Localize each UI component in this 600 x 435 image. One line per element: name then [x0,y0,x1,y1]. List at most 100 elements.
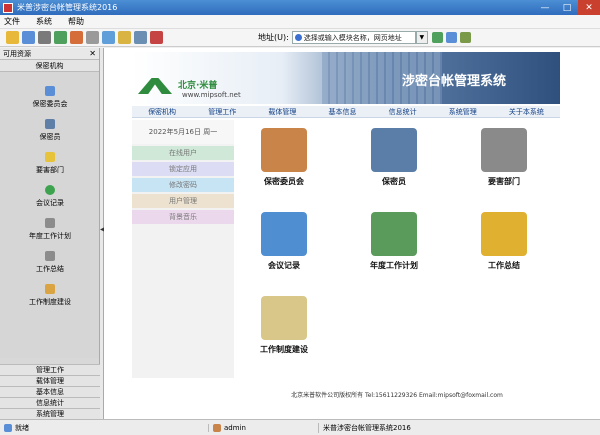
user-icon [213,423,221,432]
maximize-button[interactable]: □ [556,0,578,15]
module-summary[interactable]: 工作总结 [454,212,554,271]
nav-item-meeting[interactable]: 会议记录 [0,185,100,208]
home-icon[interactable] [70,31,83,44]
section-management[interactable]: 管理工作 [0,364,100,375]
change-password-button[interactable]: 修改密码 [132,178,234,192]
nav-baomi[interactable]: 保密机构 [148,107,176,117]
status-app: 米普涉密台帐管理系统2016 [318,422,508,433]
user-icon[interactable] [134,31,147,44]
lock-icon[interactable] [118,31,131,44]
users-icon[interactable] [102,31,115,44]
online-users-button[interactable]: 在线用户 [132,146,234,160]
brand-name: 北京·米普 [178,81,218,91]
bottom-sections: 管理工作 载体管理 基本信息 信息统计 系统管理 [0,364,100,419]
nav-basic[interactable]: 基本信息 [328,107,356,117]
module-label: 保密委员会 [264,177,304,186]
nav-item-label: 保密员 [39,133,61,141]
window-title: 米普涉密台帐管理系统2016 [17,3,118,12]
module-label: 要害部门 [488,177,520,186]
module-label: 保密员 [382,177,406,186]
section-system[interactable]: 系统管理 [0,408,100,419]
address-label: 地址(U): [258,33,289,42]
nav-item-committee[interactable]: 保密委员会 [0,86,100,109]
list-icon[interactable] [22,31,35,44]
title-bar: 米普涉密台帐管理系统2016 — □ ✕ [0,0,600,15]
menu-bar: 文件 系统 帮助 [0,15,600,29]
nav-item-summary[interactable]: 工作总结 [0,251,100,274]
main-content: 北京·米普 www.mipsoft.net 涉密台帐管理系统 保密机构 管理工作… [104,48,600,419]
nav-item-department[interactable]: 要害部门 [0,152,100,175]
house-icon [261,128,307,172]
address-input[interactable]: 选择或输入模块名称，网页地址 [291,31,416,44]
nav-stats[interactable]: 信息统计 [389,107,417,117]
module-department[interactable]: 要害部门 [454,128,554,187]
status-icon [4,423,12,432]
committee-icon [45,86,55,96]
nav-management[interactable]: 管理工作 [208,107,236,117]
top-nav: 保密机构 管理工作 载体管理 基本信息 信息统计 系统管理 关于本系统 [132,106,560,118]
nav-item-label: 工作总结 [36,265,64,273]
address-dropdown[interactable]: ▼ [415,31,428,44]
close-button[interactable]: ✕ [578,0,600,15]
module-officer[interactable]: 保密员 [344,128,444,187]
panel-close-icon[interactable]: ✕ [89,49,96,58]
section-baomi[interactable]: 保密机构 [0,60,99,72]
module-label: 年度工作计划 [370,261,418,270]
document-icon [45,218,55,228]
nav-items: 保密委员会 保密员 要害部门 会议记录 年度工作计划 工作总结 工作制度建设 [0,72,99,358]
status-user: admin [208,423,318,432]
nav-item-label: 工作制度建设 [29,298,71,306]
nav-about[interactable]: 关于本系统 [509,107,544,117]
people-icon [371,128,417,172]
exit-icon[interactable] [150,31,163,44]
section-carrier[interactable]: 载体管理 [0,375,100,386]
status-user-text: admin [224,423,246,432]
section-basic[interactable]: 基本信息 [0,386,100,397]
calendar-icon [371,212,417,256]
module-rules[interactable]: 工作制度建设 [234,296,334,355]
nav-item-label: 会议记录 [36,199,64,207]
nav-system[interactable]: 系统管理 [449,107,477,117]
copyright-footer: 北京米普软件公司版权所有 Tel:15611229326 Email:mipso… [291,392,503,399]
lock-app-button[interactable]: 锁定应用 [132,162,234,176]
menu-help[interactable]: 帮助 [68,16,84,27]
meeting-icon [45,185,55,195]
window-icon[interactable] [38,31,51,44]
current-date: 2022年5月16日 周一 [132,120,234,144]
nav-item-plan[interactable]: 年度工作计划 [0,218,100,241]
refresh-icon[interactable] [54,31,67,44]
folder-star-icon [481,212,527,256]
print-icon[interactable] [86,31,99,44]
window-controls: — □ ✕ [534,0,600,15]
officer-icon [45,119,55,129]
nav-item-rules[interactable]: 工作制度建设 [0,284,100,307]
building-icon [481,128,527,172]
module-committee[interactable]: 保密委员会 [234,128,334,187]
brand-site: www.mipsoft.net [182,91,241,99]
nav-icon[interactable] [445,32,457,43]
section-stats[interactable]: 信息统计 [0,397,100,408]
minimize-button[interactable]: — [534,0,556,15]
module-label: 工作总结 [488,261,520,270]
panel-title: 可用资源 [3,49,31,58]
star-icon [45,152,55,162]
quick-panel: 2022年5月16日 周一 在线用户 锁定应用 修改密码 用户管理 背景音乐 [132,120,234,378]
app-window: 米普涉密台帐管理系统2016 — □ ✕ 文件 系统 帮助 地址(U): 选择或… [0,0,600,435]
nav-carrier[interactable]: 载体管理 [268,107,296,117]
user-management-button[interactable]: 用户管理 [132,194,234,208]
folder-icon[interactable] [6,31,19,44]
left-panel: 可用资源 ✕ 保密机构 保密委员会 保密员 要害部门 会议记录 年度工作计划 工… [0,48,100,419]
panel-header: 可用资源 ✕ [0,48,99,60]
music-button[interactable]: 背景音乐 [132,210,234,224]
banner: 北京·米普 www.mipsoft.net 涉密台帐管理系统 [132,52,560,104]
module-plan[interactable]: 年度工作计划 [344,212,444,271]
globe-icon [294,34,302,41]
module-meeting[interactable]: 会议记录 [234,212,334,271]
menu-system[interactable]: 系统 [36,16,52,27]
go-icon[interactable] [431,32,443,43]
menu-file[interactable]: 文件 [4,16,20,27]
pen-icon [45,284,55,294]
bookmark-icon[interactable] [459,32,471,43]
nav-item-officer[interactable]: 保密员 [0,119,100,142]
binder-star-icon [261,296,307,340]
